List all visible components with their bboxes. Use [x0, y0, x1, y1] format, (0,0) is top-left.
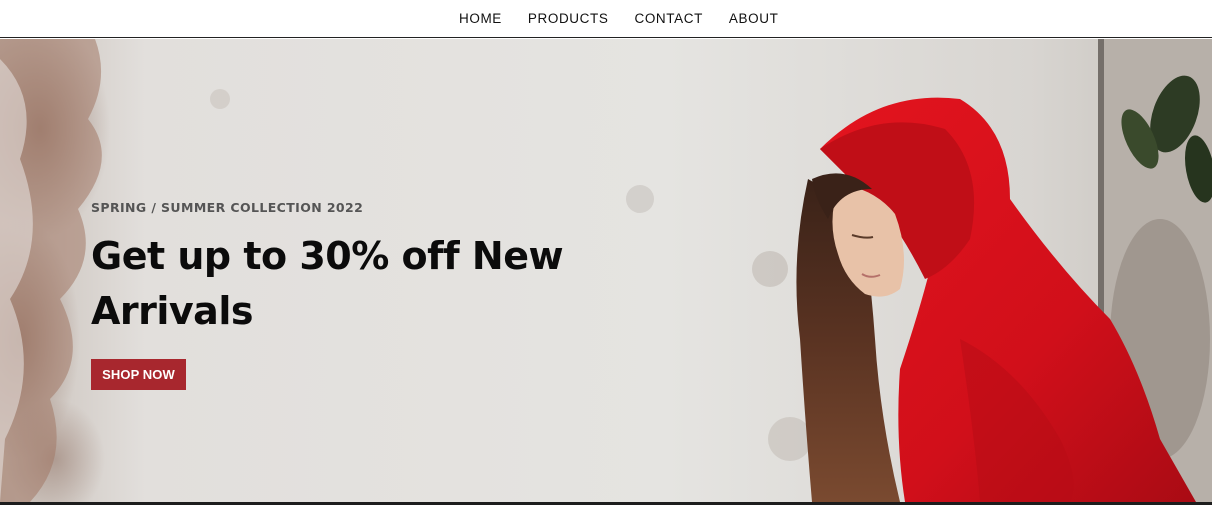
- nav-link-home[interactable]: HOME: [459, 11, 502, 27]
- shop-now-button[interactable]: SHOP NOW: [91, 359, 186, 390]
- hero-banner: SPRING / SUMMER COLLECTION 2022 Get up t…: [0, 39, 1212, 502]
- hero-title: Get up to 30% off New Arrivals: [91, 234, 564, 333]
- top-navbar: HOME PRODUCTS CONTACT ABOUT: [0, 0, 1212, 38]
- nav-link-products[interactable]: PRODUCTS: [528, 11, 609, 27]
- main-nav: HOME PRODUCTS CONTACT ABOUT: [459, 11, 804, 27]
- hero-subtitle: SPRING / SUMMER COLLECTION 2022: [91, 200, 364, 215]
- nav-link-contact[interactable]: CONTACT: [634, 11, 702, 27]
- nav-link-about[interactable]: ABOUT: [729, 11, 779, 27]
